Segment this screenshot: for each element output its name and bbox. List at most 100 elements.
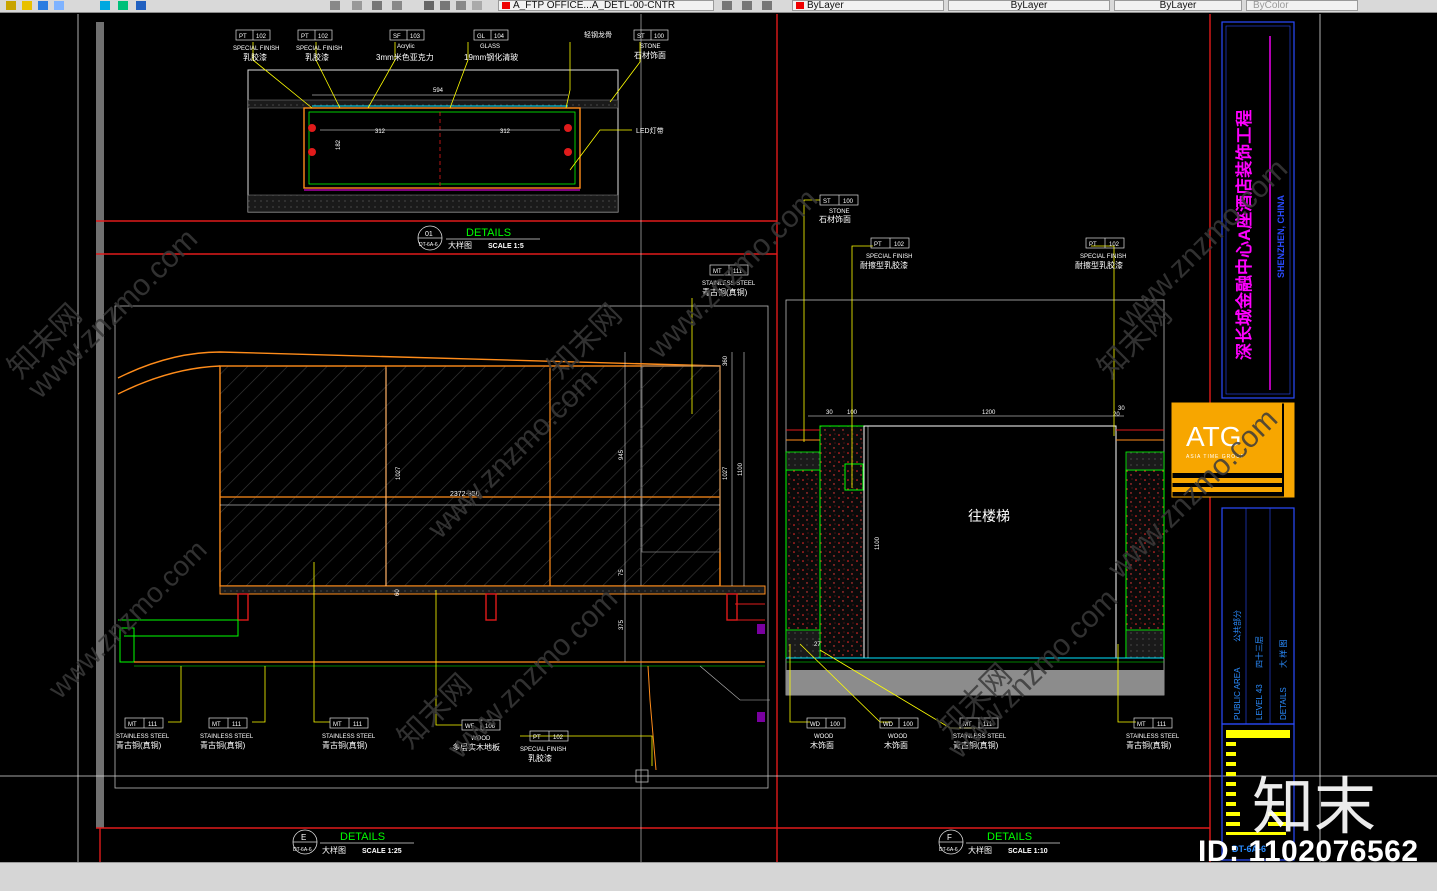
layer-on-icon[interactable] (424, 1, 434, 10)
svg-text:102: 102 (1109, 242, 1120, 248)
dim-312-right: 312 (500, 129, 511, 135)
svg-text:SPECIAL FINISH: SPECIAL FINISH (520, 747, 566, 753)
layer-states-icon[interactable] (762, 1, 772, 10)
svg-text:Acrylic: Acrylic (397, 44, 415, 50)
svg-text:STAINLESS STEEL: STAINLESS STEEL (322, 734, 376, 740)
layer-dropdown[interactable]: A_FTP OFFICE...A_DETL-00-CNTR (498, 0, 714, 11)
dim-594: 594 (433, 88, 444, 94)
dim-f-27: 27 (814, 642, 821, 648)
svg-text:乳胶漆: 乳胶漆 (528, 753, 552, 763)
svg-text:耐擦型乳胶漆: 耐擦型乳胶漆 (1075, 260, 1123, 270)
svg-text:SPECIAL FINISH: SPECIAL FINISH (296, 46, 342, 52)
svg-text:SCALE 1:25: SCALE 1:25 (362, 848, 402, 855)
svg-text:www.znzmo.com: www.znzmo.com (641, 182, 824, 365)
detail-e-tag-1: MT 111 STAINLESS STEEL 青古铜(真铜) (116, 717, 170, 750)
svg-text:STAINLESS STEEL: STAINLESS STEEL (116, 734, 170, 740)
detail-01-title: 01 DT-6A-6 DETAILS 大样图 SCALE 1:5 (417, 225, 540, 251)
svg-text:111: 111 (148, 722, 158, 728)
area-en: PUBLIC AREA (1233, 667, 1242, 720)
layer-state-icon[interactable] (330, 1, 340, 10)
layer-match-icon[interactable] (100, 1, 110, 10)
svg-text:PT: PT (874, 242, 882, 248)
svg-text:MT: MT (1137, 722, 1146, 728)
svg-text:102: 102 (894, 242, 905, 248)
detail-01-tag-4: GL 104 GLASS 19mm钢化清玻 (464, 29, 518, 62)
svg-text:E: E (301, 833, 306, 842)
svg-text:乳胶漆: 乳胶漆 (243, 52, 267, 62)
svg-text:www.znzmo.com: www.znzmo.com (1111, 152, 1294, 335)
drawing-canvas[interactable]: 312 312 594 182 PT 102 SPECIAL FINISH 乳胶… (0, 12, 1437, 862)
linetype-dropdown[interactable]: ByLayer (948, 0, 1110, 11)
svg-text:大样图: 大样图 (322, 845, 346, 855)
dim-f-1100: 1100 (875, 536, 881, 550)
svg-text:100: 100 (843, 199, 854, 205)
svg-text:大样图: 大样图 (448, 240, 472, 250)
svg-text:大样图: 大样图 (968, 845, 992, 855)
svg-text:石材饰面: 石材饰面 (634, 50, 666, 60)
svg-text:SPECIAL FINISH: SPECIAL FINISH (866, 254, 912, 260)
lineweight-dropdown-value: ByLayer (1159, 0, 1197, 11)
svg-text:www.znzmo.com: www.znzmo.com (42, 534, 213, 705)
svg-text:青古铜(真铜): 青古铜(真铜) (200, 740, 246, 750)
dim-f-1200: 1200 (982, 410, 996, 416)
svg-text:DT-6A-6: DT-6A-6 (419, 242, 438, 248)
layer-iso-icon[interactable] (352, 1, 362, 10)
layer-lock-icon[interactable] (118, 1, 128, 10)
svg-text:PT: PT (1089, 242, 1097, 248)
svg-text:111: 111 (232, 722, 242, 728)
layer-freeze-icon[interactable] (54, 1, 64, 10)
match-properties-icon[interactable] (722, 1, 732, 10)
detail-01-heading: DETAILS (466, 227, 511, 239)
color-dropdown[interactable]: ByLayer (792, 0, 944, 11)
detail-01-tag-2: PT 102 SPECIAL FINISH 乳胶漆 (296, 29, 342, 62)
level-cn: 四十三层 (1254, 636, 1264, 668)
svg-text:WOOD: WOOD (888, 734, 908, 740)
svg-text:100: 100 (830, 722, 841, 728)
detail-01-tag-1: PT 102 SPECIAL FINISH 乳胶漆 (233, 29, 279, 62)
sun-icon[interactable] (22, 1, 32, 10)
svg-text:SPECIAL FINISH: SPECIAL FINISH (1080, 254, 1126, 260)
svg-text:青古铜(真铜): 青古铜(真铜) (1126, 740, 1172, 750)
layer-walk-icon[interactable] (372, 1, 382, 10)
svg-text:100: 100 (654, 34, 665, 40)
layer-delete-icon[interactable] (456, 1, 466, 10)
svg-text:GLASS: GLASS (480, 44, 500, 50)
layer-off-icon[interactable] (392, 1, 402, 10)
svg-text:111: 111 (1157, 722, 1167, 728)
dim-945: 945 (619, 449, 625, 460)
detail-e-heading: DETAILS (340, 831, 385, 843)
svg-text:WOOD: WOOD (814, 734, 834, 740)
detail-01-section: 312 312 594 182 (247, 42, 641, 213)
linetype-dropdown-value: ByLayer (1010, 0, 1048, 11)
dim-182: 182 (336, 139, 342, 150)
layer-icon[interactable] (6, 1, 16, 10)
dim-1100: 1100 (738, 462, 744, 476)
color-square-icon[interactable] (38, 1, 48, 10)
svg-text:DT-6A-6: DT-6A-6 (293, 847, 312, 853)
svg-text:SF: SF (393, 34, 401, 40)
layer-color-swatch (502, 2, 510, 9)
led-label: LED灯带 (636, 126, 664, 135)
lineweight-dropdown[interactable]: ByLayer (1114, 0, 1242, 11)
project-city: SHENZHEN, CHINA (1276, 194, 1286, 278)
layer-visible-icon[interactable] (472, 1, 482, 10)
dim-1027-a: 1027 (396, 466, 402, 480)
svg-text:111: 111 (353, 722, 363, 728)
svg-text:STONE: STONE (640, 44, 661, 50)
layer-previous-icon[interactable] (742, 1, 752, 10)
dim-375: 375 (619, 619, 625, 630)
svg-text:104: 104 (494, 34, 505, 40)
svg-text:PT: PT (239, 34, 247, 40)
layer-prev-icon[interactable] (136, 1, 146, 10)
level-en: LEVEL 43 (1255, 684, 1264, 720)
svg-text:青古铜(真铜): 青古铜(真铜) (116, 740, 162, 750)
svg-text:乳胶漆: 乳胶漆 (305, 52, 329, 62)
svg-text:SCALE 1:5: SCALE 1:5 (488, 243, 524, 250)
sheet-en: DETAILS (1279, 687, 1288, 720)
svg-text:MT: MT (212, 722, 221, 728)
layer-merge-icon[interactable] (440, 1, 450, 10)
image-id-label: ID: 1102076562 (1198, 835, 1419, 868)
plotstyle-dropdown: ByColor (1246, 0, 1358, 11)
svg-text:WD: WD (883, 722, 894, 728)
layer-dropdown-value: A_FTP OFFICE...A_DETL-00-CNTR (513, 0, 676, 11)
